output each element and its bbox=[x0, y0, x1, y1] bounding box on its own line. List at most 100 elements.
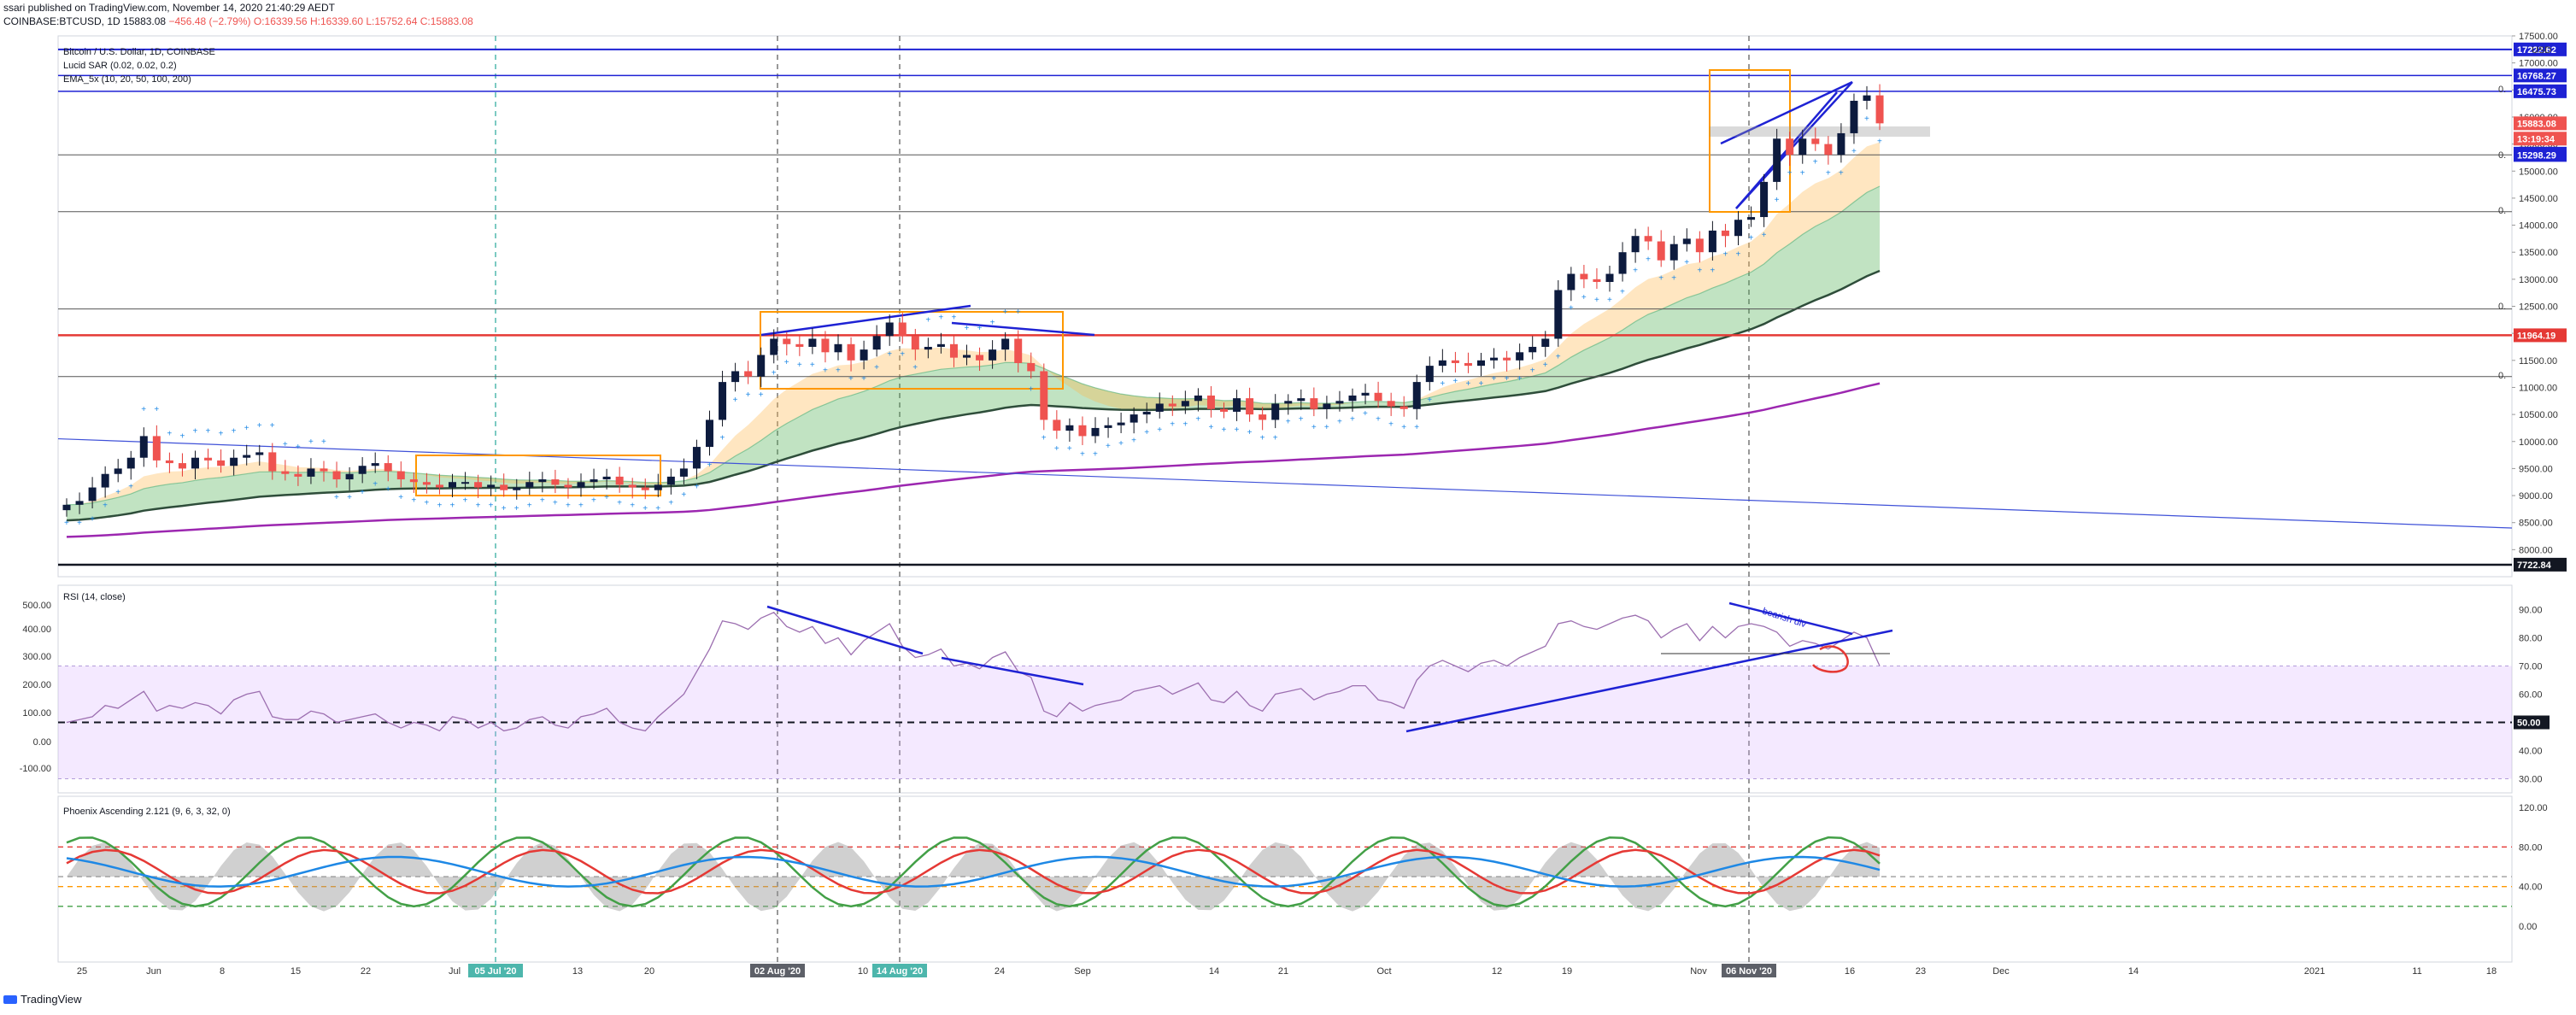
candle bbox=[1824, 144, 1833, 155]
candle bbox=[307, 468, 315, 477]
candle bbox=[1657, 241, 1665, 261]
sar-dot: + bbox=[578, 502, 584, 511]
candle bbox=[1580, 273, 1588, 279]
sar-dot: + bbox=[502, 504, 507, 513]
x-tick-label: 8 bbox=[220, 966, 225, 977]
indicator-ema: EMA_5x (10, 20, 50, 100, 200) bbox=[63, 74, 191, 85]
sar-dot: + bbox=[373, 479, 378, 489]
sar-dot: + bbox=[270, 421, 275, 431]
candle bbox=[602, 476, 611, 480]
rsi-right-tick: 80.00 bbox=[2519, 634, 2543, 644]
sar-dot: + bbox=[720, 433, 725, 443]
sar-dot: + bbox=[167, 429, 172, 438]
sar-dot: + bbox=[385, 485, 390, 495]
sar-dot: + bbox=[1182, 420, 1188, 430]
rsi-left-tick: 0.00 bbox=[33, 737, 51, 748]
sar-dot: + bbox=[1633, 266, 1638, 275]
sar-dot: + bbox=[1646, 255, 1651, 265]
x-tick-label: Dec bbox=[1992, 966, 2010, 977]
candle bbox=[422, 482, 431, 485]
candle bbox=[62, 504, 71, 511]
y-tick-label: 14500.00 bbox=[2519, 194, 2558, 204]
x-tick-label: 21 bbox=[1278, 966, 1288, 977]
sar-dot: + bbox=[1170, 420, 1175, 430]
sar-dot: + bbox=[64, 519, 69, 528]
candle bbox=[615, 476, 624, 485]
sar-dot: + bbox=[1054, 444, 1059, 454]
candle bbox=[191, 457, 199, 469]
sar-dot: + bbox=[1427, 396, 1432, 405]
candle bbox=[628, 484, 637, 488]
candle bbox=[461, 482, 470, 484]
sar-dot: + bbox=[1517, 374, 1523, 384]
fib-marker: 0. bbox=[2498, 206, 2506, 216]
candle bbox=[989, 349, 997, 361]
sar-dot: + bbox=[1286, 417, 1291, 426]
candle bbox=[1259, 414, 1267, 420]
candle bbox=[860, 349, 868, 361]
candle bbox=[783, 338, 791, 344]
candle bbox=[165, 460, 173, 464]
x-tick-label: 13 bbox=[572, 966, 583, 977]
phoenix-tick: 40.00 bbox=[2519, 883, 2543, 893]
sar-dot: + bbox=[1787, 168, 1793, 178]
currency-label: USD bbox=[2532, 45, 2551, 56]
sar-dot: + bbox=[643, 504, 648, 513]
date-highlight-text: 14 Aug '20 bbox=[877, 966, 923, 977]
x-tick-label: 23 bbox=[1916, 966, 1926, 977]
y-tick-label: 15000.00 bbox=[2519, 167, 2558, 177]
candle bbox=[577, 482, 585, 488]
sar-dot: + bbox=[1376, 414, 1381, 424]
phoenix-tick: 0.00 bbox=[2519, 922, 2537, 932]
y-tick-label: 11500.00 bbox=[2519, 356, 2557, 367]
sar-dot: + bbox=[1106, 442, 1111, 451]
candle bbox=[1091, 427, 1100, 437]
candle bbox=[358, 466, 367, 474]
phoenix-pane-frame bbox=[57, 795, 2513, 963]
candle bbox=[1529, 346, 1537, 353]
candle bbox=[1786, 138, 1794, 155]
sar-dot: + bbox=[617, 498, 622, 508]
candle bbox=[126, 457, 135, 469]
x-tick-label: Jul bbox=[449, 966, 461, 977]
candle bbox=[949, 343, 958, 358]
candle bbox=[1760, 181, 1769, 218]
x-tick-label: 25 bbox=[77, 966, 87, 977]
rsi-left-tick: 300.00 bbox=[22, 652, 51, 662]
candle bbox=[294, 473, 302, 477]
sar-dot: + bbox=[965, 324, 970, 333]
candle bbox=[1669, 243, 1678, 261]
chart-area[interactable]: + + + + + + + + + + + + + + + + + + + + + + + + + + + + + + + + + + + + + + + +… bbox=[0, 0, 2576, 1015]
candle bbox=[1850, 100, 1858, 133]
candle bbox=[1477, 360, 1485, 367]
candle bbox=[1335, 401, 1344, 404]
x-tick-label: Oct bbox=[1376, 966, 1391, 977]
phoenix-tick: 120.00 bbox=[2519, 803, 2548, 813]
sar-dot: + bbox=[797, 361, 802, 370]
sar-dot: + bbox=[681, 490, 686, 500]
candle bbox=[821, 338, 830, 353]
candle bbox=[255, 452, 264, 455]
candle bbox=[320, 468, 328, 472]
sar-dot: + bbox=[360, 488, 365, 497]
sar-dot: + bbox=[1195, 414, 1200, 424]
fib-marker: 0. bbox=[2498, 85, 2506, 95]
tradingview-logo[interactable]: TradingView bbox=[3, 993, 82, 1006]
candle bbox=[1220, 408, 1228, 412]
candle bbox=[719, 382, 727, 420]
sar-dot: + bbox=[257, 421, 262, 431]
price-tag-text: 16475.73 bbox=[2517, 87, 2556, 97]
candle bbox=[1065, 425, 1074, 431]
candle bbox=[1682, 238, 1691, 244]
tradingview-logo-icon bbox=[3, 994, 17, 1004]
sar-dot: + bbox=[77, 519, 82, 528]
sar-dot: + bbox=[1401, 423, 1406, 432]
sar-dot: + bbox=[1762, 231, 1767, 240]
sar-dot: + bbox=[1260, 433, 1265, 443]
candle bbox=[936, 343, 945, 347]
candle bbox=[1644, 236, 1652, 242]
candle bbox=[1412, 382, 1421, 409]
sar-dot: + bbox=[1492, 374, 1497, 384]
sar-dot: + bbox=[1388, 420, 1394, 430]
candle bbox=[268, 452, 277, 472]
